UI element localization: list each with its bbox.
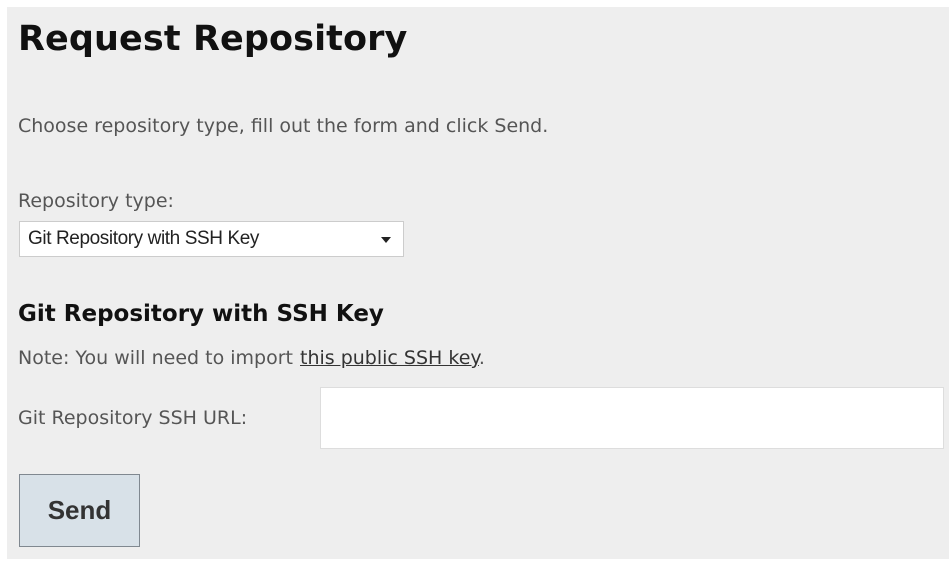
page-title: Request Repository [18, 19, 408, 59]
repository-type-select[interactable]: Git Repository with SSH Key [19, 221, 404, 257]
repository-type-selected-value: Git Repository with SSH Key [28, 228, 260, 249]
send-button[interactable]: Send [19, 474, 140, 547]
intro-text: Choose repository type, fill out the for… [18, 115, 549, 137]
request-repository-panel: Request Repository Choose repository typ… [7, 7, 949, 559]
ssh-key-note: Note: You will need to import this public… [18, 347, 485, 369]
public-ssh-key-link[interactable]: this public SSH key [300, 347, 479, 369]
ssh-url-label: Git Repository SSH URL: [18, 407, 248, 429]
repository-type-label: Repository type: [18, 190, 174, 212]
caret-down-icon [381, 237, 391, 243]
note-prefix-text: Note: You will need to import [18, 347, 293, 369]
note-suffix-text: . [478, 347, 485, 369]
ssh-url-input[interactable] [320, 387, 944, 449]
section-title: Git Repository with SSH Key [18, 301, 384, 327]
